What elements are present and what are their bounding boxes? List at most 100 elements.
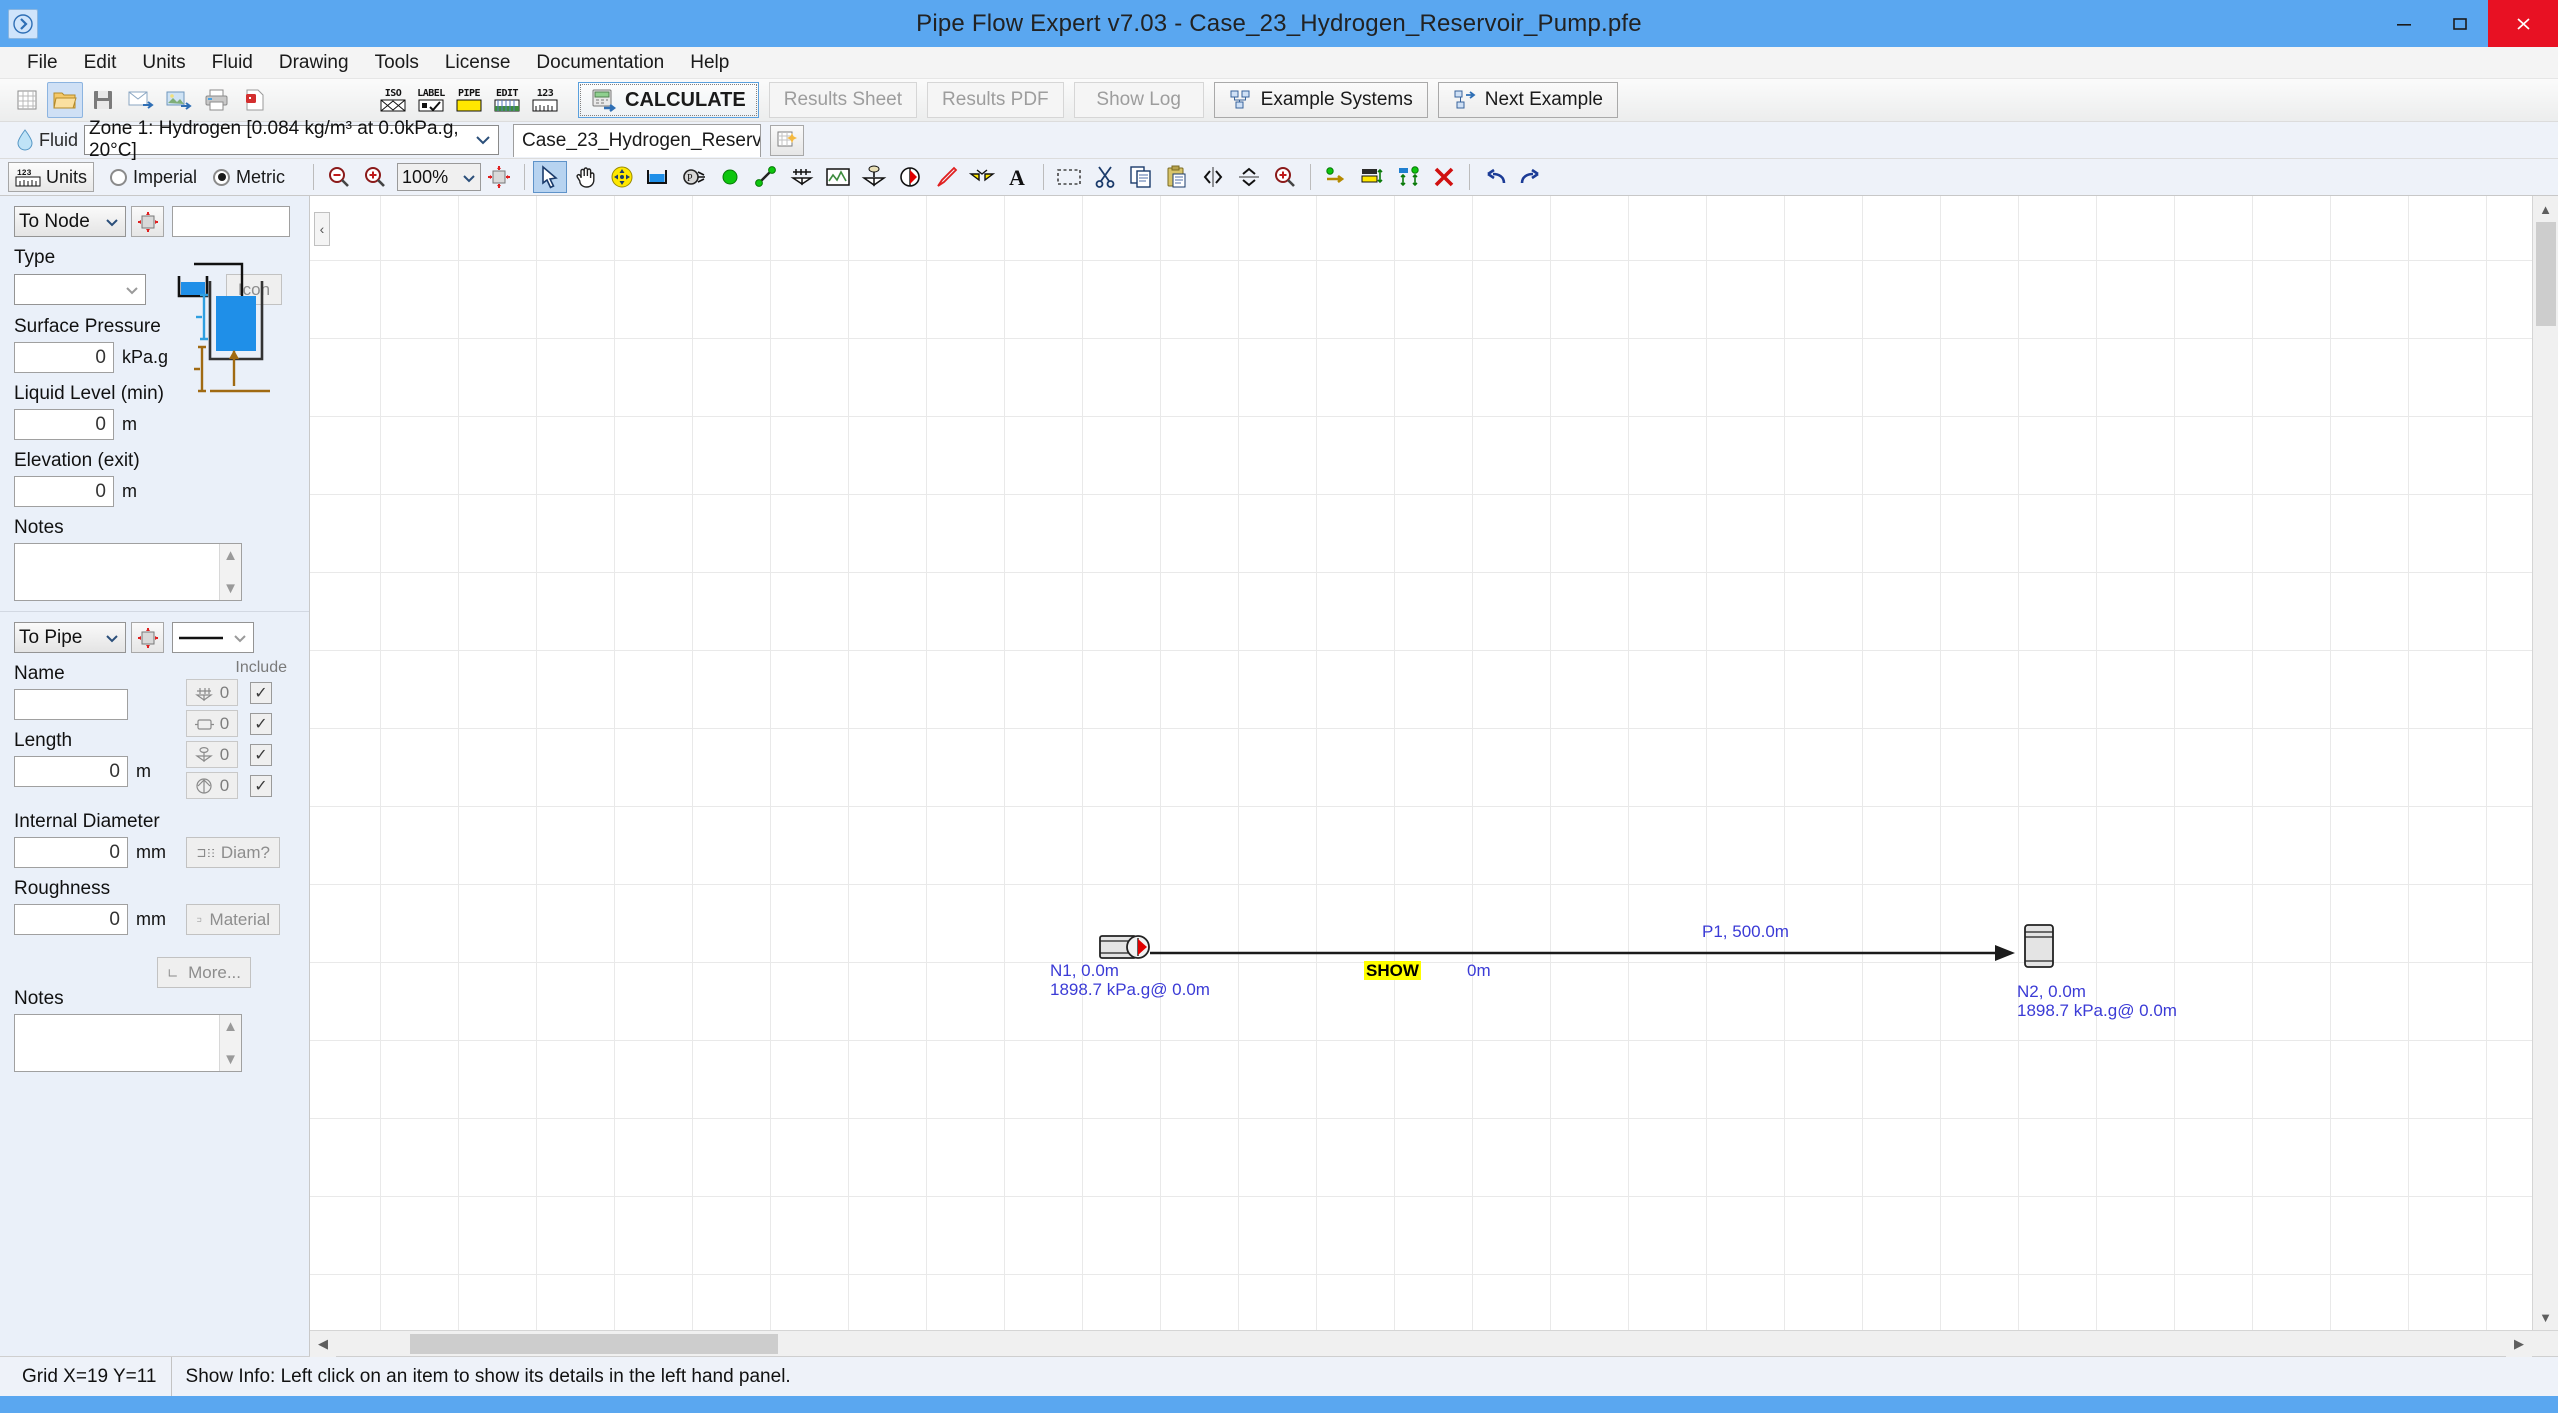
scroll-up-button[interactable]: ▲ (2533, 196, 2558, 222)
menu-file[interactable]: File (14, 50, 71, 76)
move-node-tool[interactable] (605, 161, 639, 193)
next-example-button[interactable]: Next Example (1438, 82, 1618, 118)
pump-include-checkbox[interactable]: ✓ (250, 775, 272, 797)
fluid-zone-select[interactable]: Zone 1: Hydrogen [0.084 kg/m³ at 0.0kPa.… (84, 125, 499, 155)
undo-icon[interactable] (1478, 161, 1512, 193)
pan-hand-tool[interactable] (569, 161, 603, 193)
pump-icon[interactable]: 0 (186, 772, 238, 799)
pipe-tool[interactable] (749, 161, 783, 193)
menu-edit[interactable]: Edit (71, 50, 130, 76)
node-crosshair-icon[interactable] (131, 206, 164, 237)
flip-horizontal-icon[interactable] (1232, 161, 1266, 193)
zoom-in-button[interactable] (358, 161, 392, 193)
edit-icon[interactable]: EDIT (489, 82, 525, 118)
numbers-icon[interactable]: 123 (527, 82, 563, 118)
pipe-name-input[interactable] (14, 689, 128, 720)
copy-icon[interactable] (1124, 161, 1158, 193)
diameter-button[interactable]: Diam? (186, 837, 280, 868)
units-button[interactable]: 123 Units (8, 162, 94, 192)
scroll-down-button[interactable]: ▼ (2533, 1304, 2558, 1330)
pipe-crosshair-icon[interactable] (131, 622, 164, 653)
zoom-level-select[interactable]: 100% (397, 163, 481, 191)
pencil-tool[interactable] (929, 161, 963, 193)
canvas-viewport[interactable]: ‹ N1, 0.0m 1898.7 kPa.g@ 0.0m 0m SHOW (310, 196, 2558, 1330)
zoom-selection-icon[interactable] (1268, 161, 1302, 193)
menu-license[interactable]: License (432, 50, 524, 76)
fitting-tool[interactable] (965, 161, 999, 193)
example-systems-button[interactable]: Example Systems (1214, 82, 1428, 118)
node-target-select[interactable]: To Node (14, 206, 126, 237)
pressure-node-tool[interactable]: P (677, 161, 711, 193)
new-document-button[interactable] (770, 125, 804, 156)
paste-icon[interactable] (1160, 161, 1194, 193)
node-notes-input[interactable]: ▲▼ (14, 543, 242, 601)
redo-icon[interactable] (1514, 161, 1548, 193)
marquee-select-icon[interactable] (1052, 161, 1086, 193)
pipe-notes-input[interactable]: ▲▼ (14, 1014, 242, 1072)
menu-fluid[interactable]: Fluid (199, 50, 266, 76)
results-pdf-button[interactable]: Results PDF (927, 82, 1064, 118)
align-node-icon[interactable] (1319, 161, 1353, 193)
node-notes-scrollbar[interactable]: ▲▼ (219, 544, 241, 600)
align-horizontal-icon[interactable] (1355, 161, 1389, 193)
more-button[interactable]: More... (157, 957, 251, 988)
reservoir-symbol[interactable] (2020, 923, 2064, 976)
print-icon[interactable] (199, 82, 235, 118)
delete-icon[interactable] (1427, 161, 1461, 193)
open-folder-icon[interactable] (47, 82, 83, 118)
horizontal-scroll-thumb[interactable] (410, 1334, 778, 1354)
pipe-length-input[interactable]: 0 (14, 756, 128, 787)
select-arrow-tool[interactable] (533, 161, 567, 193)
menu-units[interactable]: Units (129, 50, 198, 76)
export-image-icon[interactable] (161, 82, 197, 118)
pdf-icon[interactable] (237, 82, 273, 118)
roughness-input[interactable]: 0 (14, 904, 128, 935)
imperial-radio[interactable]: Imperial (110, 167, 197, 188)
save-disk-icon[interactable] (85, 82, 121, 118)
internal-diameter-input[interactable]: 0 (14, 837, 128, 868)
fittings-include-checkbox[interactable]: ✓ (250, 682, 272, 704)
liquid-level-input[interactable]: 0 (14, 409, 114, 440)
results-sheet-button[interactable]: Results Sheet (769, 82, 917, 118)
elevation-input[interactable]: 0 (14, 476, 114, 507)
drawing-canvas[interactable]: ‹ N1, 0.0m 1898.7 kPa.g@ 0.0m 0m SHOW (310, 196, 2558, 1356)
control-valve-include-checkbox[interactable]: ✓ (250, 744, 272, 766)
menu-drawing[interactable]: Drawing (266, 50, 362, 76)
pipe-target-select[interactable]: To Pipe (14, 622, 126, 653)
valve-tool[interactable] (785, 161, 819, 193)
component-include-checkbox[interactable]: ✓ (250, 713, 272, 735)
canvas-vertical-scrollbar[interactable]: ▲ ▼ (2532, 196, 2558, 1330)
pump-tool[interactable] (893, 161, 927, 193)
scroll-right-button[interactable]: ▶ (2506, 1331, 2532, 1357)
vertical-scroll-thumb[interactable] (2536, 222, 2556, 326)
material-button[interactable]: Material (186, 904, 280, 935)
metric-radio[interactable]: Metric (213, 167, 285, 188)
email-icon[interactable] (123, 82, 159, 118)
pipe-p1[interactable] (1150, 938, 2030, 968)
iso-icon[interactable]: ISO (375, 82, 411, 118)
calculate-button[interactable]: CALCULATE (578, 82, 759, 118)
show-log-button[interactable]: Show Log (1074, 82, 1204, 118)
menu-tools[interactable]: Tools (362, 50, 432, 76)
tank-tool[interactable] (641, 161, 675, 193)
flip-vertical-icon[interactable] (1196, 161, 1230, 193)
zoom-out-button[interactable] (322, 161, 356, 193)
maximize-button[interactable] (2432, 0, 2488, 47)
canvas-horizontal-scrollbar[interactable]: ◀ ▶ (310, 1330, 2558, 1356)
fit-to-view-button[interactable] (482, 161, 516, 193)
control-valve-tool[interactable] (857, 161, 891, 193)
text-tool[interactable]: A (1001, 161, 1035, 193)
minimize-button[interactable] (2376, 0, 2432, 47)
close-button[interactable] (2488, 0, 2558, 47)
node-type-select[interactable] (14, 274, 146, 305)
node-name-input[interactable] (172, 206, 290, 237)
fluid-button[interactable]: Fluid (10, 125, 84, 155)
component-icon[interactable]: 0 (186, 710, 238, 737)
document-tab[interactable]: Case_23_Hydrogen_Reservoir ✕ (513, 124, 761, 157)
menu-documentation[interactable]: Documentation (523, 50, 677, 76)
align-vertical-icon[interactable] (1391, 161, 1425, 193)
fittings-icon[interactable]: 0 (186, 679, 238, 706)
collapse-sidebar-handle[interactable]: ‹ (314, 212, 330, 246)
pipe-icon[interactable]: PIPE (451, 82, 487, 118)
surface-pressure-input[interactable]: 0 (14, 342, 114, 373)
